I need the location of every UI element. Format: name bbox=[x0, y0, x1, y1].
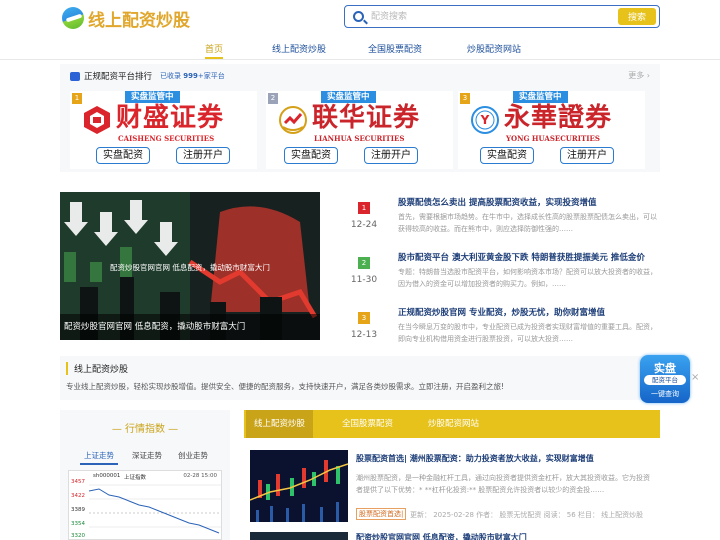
platform-name: 联华证券 bbox=[312, 103, 421, 133]
news-title[interactable]: 正规配资炒股官网 专业配资，炒股无忧，助你财富增值 bbox=[398, 306, 605, 318]
article-item[interactable]: 股票配资首选| 潮州股票配资：助力投资者放大收益，实现财富增值 潮州股票配资，是… bbox=[248, 450, 660, 524]
platform-name-en: LIANHUA SECURITIES bbox=[314, 134, 405, 143]
news-day: 12-24 bbox=[350, 220, 378, 230]
market-chart: sh000001 上证指数 02-28 15:00 3457 3422 3389… bbox=[68, 470, 222, 540]
article-thumbnail[interactable] bbox=[250, 450, 348, 522]
ranking-icon bbox=[70, 71, 80, 81]
register-button[interactable]: 注册开户 bbox=[560, 147, 614, 164]
regulated-tag: 实盘监管中 bbox=[125, 91, 180, 103]
nav-item-home[interactable]: 首页 bbox=[205, 42, 224, 59]
news-day: 12-13 bbox=[350, 330, 378, 340]
site-logo[interactable]: 线上配资炒股 bbox=[62, 6, 190, 31]
lianhua-logo-icon bbox=[279, 106, 307, 134]
article-title[interactable]: 股票配资首选| 潮州股票配资：助力投资者放大收益，实现财富增值 bbox=[356, 453, 594, 464]
article-tag[interactable]: 股票配资首选| bbox=[356, 508, 407, 520]
margin-trade-button[interactable]: 实盘配资 bbox=[284, 147, 338, 164]
logo-icon bbox=[62, 7, 84, 29]
news-rank-badge: 2 bbox=[358, 257, 370, 269]
search-box: 搜索 bbox=[344, 5, 660, 28]
news-item[interactable]: 1 12-24 股票配债怎么卖出 提高股票配资收益，实现投资增值 首先，需要根据… bbox=[338, 194, 660, 246]
article-title[interactable]: 配资炒股官网官网 低息配资，撬动股市财富大门 bbox=[356, 532, 527, 540]
market-tabs: 上证走势 深证走势 创业走势 bbox=[60, 450, 230, 465]
news-item[interactable]: 3 12-13 正规配资炒股官网 专业配资，炒股无忧，助你财富增值 在当今瞬息万… bbox=[338, 304, 660, 356]
news-summary: 首先，需要根据市场趋势。在牛市中，选择成长性高的股票股票配债怎么卖出，可以获得较… bbox=[398, 213, 657, 233]
news-date: 2 11-30 bbox=[350, 257, 378, 285]
chevron-right-icon: › bbox=[646, 71, 650, 80]
category-tabs: 线上配资炒股 全国股票配资 炒股配资网站 bbox=[244, 410, 660, 438]
search-input[interactable] bbox=[371, 8, 611, 25]
feature-center-text: 配资炒股官网官网 低息配资，撬动股市财富大门 bbox=[110, 263, 270, 272]
main-nav: 首页 线上配资炒股 全国股票配资 炒股配资网站 bbox=[0, 38, 720, 60]
tab-national-margin[interactable]: 全国股票配资 bbox=[342, 410, 393, 438]
tab-shanghai[interactable]: 上证走势 bbox=[80, 450, 118, 465]
float-badge-action: 一键查询 bbox=[651, 390, 679, 398]
register-button[interactable]: 注册开户 bbox=[176, 147, 230, 164]
platform-name-en: CAISHENG SECURITIES bbox=[118, 134, 215, 143]
article-meta: 更新： 2025-02-28 作者： 股票无忧配资 阅读： 56 栏目： 线上配… bbox=[410, 511, 644, 519]
platform-name: 永華證券 bbox=[504, 103, 613, 133]
feature-banner[interactable]: 配资炒股官网官网 低息配资，撬动股市财富大门 配资炒股官网官网 低息配资，撬动股… bbox=[60, 192, 320, 340]
nav-item-national-margin[interactable]: 全国股票配资 bbox=[368, 42, 422, 55]
register-button[interactable]: 注册开户 bbox=[364, 147, 418, 164]
feature-caption[interactable]: 配资炒股官网官网 低息配资，撬动股市财富大门 bbox=[60, 314, 320, 340]
rank-number: 1 bbox=[72, 93, 82, 104]
article-item[interactable]: 配资炒股官网官网 低息配资，撬动股市财富大门 bbox=[248, 532, 660, 540]
news-title[interactable]: 股票配债怎么卖出 提高股票配资收益，实现投资增值 bbox=[398, 196, 596, 208]
news-rank-badge: 3 bbox=[358, 312, 370, 324]
nav-item-online-margin[interactable]: 线上配资炒股 bbox=[272, 42, 326, 55]
platform-card[interactable]: 2 实盘监管中 联华证券 LIANHUA SECURITIES 实盘配资 注册开… bbox=[266, 91, 453, 169]
market-index-panel: — 行情指数 — 上证走势 深证走势 创业走势 sh000001 上证指数 02… bbox=[60, 410, 230, 540]
news-date: 3 12-13 bbox=[350, 312, 378, 340]
chart-thumbnail-image bbox=[250, 450, 348, 522]
float-badge-subtitle: 配资平台 bbox=[644, 375, 686, 385]
article-summary: 潮州股票配资，是一种金融杠杆工具，通过向投资者提供资金杠杆，放大其投资收益。它为… bbox=[356, 474, 650, 494]
platform-ranking: 正规配资平台排行 已收录 999+家平台 更多 › 1 实盘监管中 财盛证券 C… bbox=[60, 64, 660, 172]
article-thumbnail[interactable] bbox=[250, 532, 348, 540]
caisheng-logo-icon bbox=[84, 106, 110, 134]
market-title: — 行情指数 — bbox=[111, 424, 179, 435]
search-icon bbox=[353, 11, 364, 22]
ranking-more-link[interactable]: 更多 › bbox=[628, 70, 650, 81]
platform-card[interactable]: 3 实盘监管中 Y 永華證券 YONG HUASECURITIES 实盘配资 注… bbox=[458, 91, 645, 169]
tab-online-margin[interactable]: 线上配资炒股 bbox=[246, 410, 314, 438]
index-line bbox=[88, 484, 221, 534]
tab-chinext[interactable]: 创业走势 bbox=[178, 450, 208, 461]
rank-number: 2 bbox=[268, 93, 278, 104]
yonghua-logo-icon: Y bbox=[471, 106, 499, 134]
news-rank-badge: 1 bbox=[358, 202, 370, 214]
float-badge-title: 实盘 bbox=[654, 362, 676, 375]
intro-text: 专业线上配资炒股，轻松实现炒股增值。提供安全、便捷的配资服务，支持快速开户，满足… bbox=[66, 382, 505, 391]
news-date: 1 12-24 bbox=[350, 202, 378, 230]
margin-trade-button[interactable]: 实盘配资 bbox=[480, 147, 534, 164]
news-day: 11-30 bbox=[350, 275, 378, 285]
news-item[interactable]: 2 11-30 股市配资平台 澳大利亚黄金股下跌 特朗普获胜提振美元 推低金价 … bbox=[338, 249, 660, 301]
tab-shenzhen[interactable]: 深证走势 bbox=[132, 450, 162, 461]
regulated-tag: 实盘监管中 bbox=[513, 91, 568, 103]
tab-margin-sites[interactable]: 炒股配资网站 bbox=[428, 410, 479, 438]
platform-card[interactable]: 1 实盘监管中 财盛证券 CAISHENG SECURITIES 实盘配资 注册… bbox=[70, 91, 257, 169]
platform-name: 财盛证券 bbox=[116, 103, 225, 133]
regulated-tag: 实盘监管中 bbox=[321, 91, 376, 103]
intro-title: 线上配资炒股 bbox=[66, 362, 128, 375]
news-summary: 在当今瞬息万变的股市中，专业配资已成为投资者实现财富增值的重要工具。配资，即向专… bbox=[398, 323, 657, 343]
logo-text: 线上配资炒股 bbox=[88, 10, 190, 31]
rank-number: 3 bbox=[460, 93, 470, 104]
float-query-badge[interactable]: 实盘 配资平台 一键查询 bbox=[640, 355, 690, 403]
ranking-title: 正规配资平台排行 bbox=[84, 72, 153, 82]
margin-trade-button[interactable]: 实盘配资 bbox=[96, 147, 150, 164]
close-icon[interactable]: × bbox=[691, 372, 699, 383]
news-title[interactable]: 股市配资平台 澳大利亚黄金股下跌 特朗普获胜提振美元 推低金价 bbox=[398, 251, 645, 263]
header: 线上配资炒股 搜索 bbox=[0, 0, 720, 36]
ranking-header: 正规配资平台排行 已收录 999+家平台 bbox=[70, 70, 225, 82]
svg-text:Y: Y bbox=[480, 113, 490, 127]
nav-item-margin-sites[interactable]: 炒股配资网站 bbox=[467, 42, 521, 55]
ranking-count: 已收录 999+家平台 bbox=[160, 72, 225, 80]
intro-section: 线上配资炒股 专业线上配资炒股，轻松实现炒股增值。提供安全、便捷的配资服务，支持… bbox=[60, 356, 660, 400]
platform-name-en: YONG HUASECURITIES bbox=[506, 134, 600, 143]
search-button[interactable]: 搜索 bbox=[618, 8, 656, 25]
news-summary: 专题：特朗普当选股市配资平台，如何影响资本市场？配资可以放大投资者的收益，因为借… bbox=[398, 268, 657, 288]
